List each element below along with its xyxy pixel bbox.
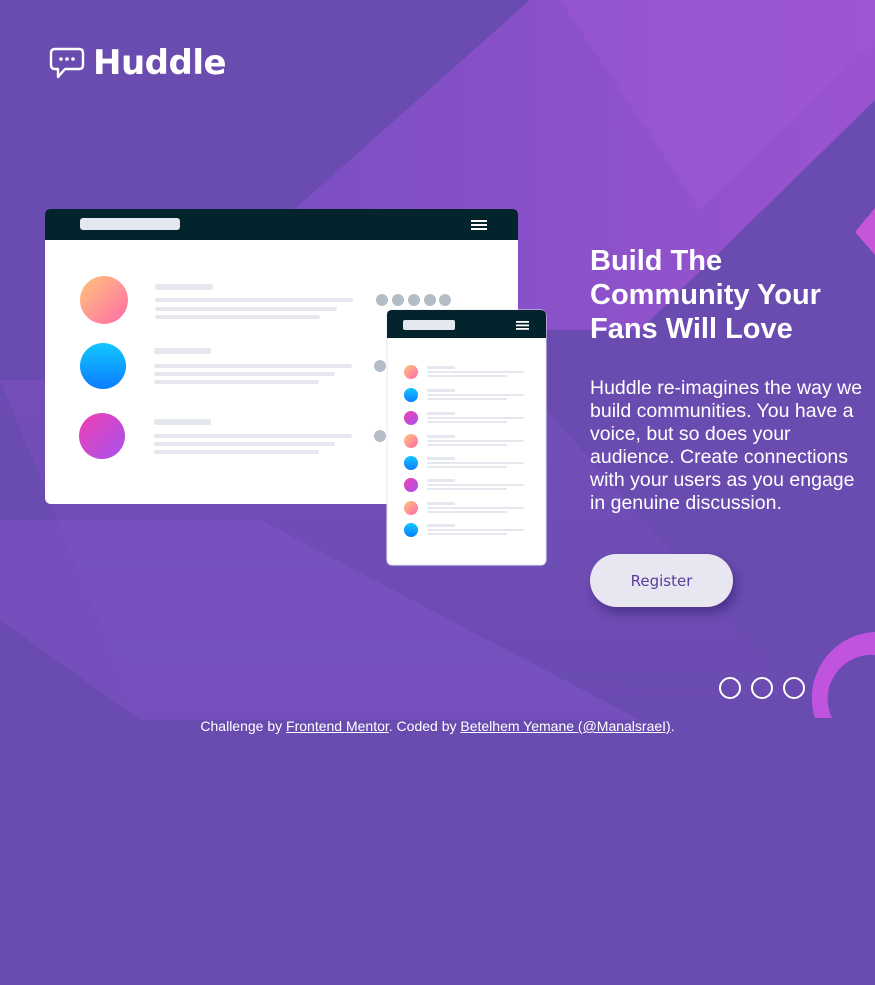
social-icon-facebook[interactable] — [719, 677, 741, 699]
social-icon-twitter[interactable] — [751, 677, 773, 699]
brand-logo: Huddle — [49, 43, 227, 83]
hero-description: Huddle re-imagines the way we build comm… — [590, 377, 863, 514]
attribution-middle: . Coded by — [388, 718, 461, 734]
app-mockup-illustration — [45, 209, 547, 566]
hero-title: Build The Community Your Fans Will Love — [590, 245, 821, 345]
brand-name: Huddle — [93, 43, 227, 83]
author-link[interactable]: Betelhem Yemane (@ManalsraeI) — [460, 718, 670, 734]
social-icon-instagram[interactable] — [783, 677, 805, 699]
attribution: Challenge by Frontend Mentor. Coded by B… — [0, 718, 875, 734]
register-button[interactable]: Register — [590, 554, 733, 607]
attribution-prefix: Challenge by — [200, 718, 287, 734]
social-links — [719, 677, 805, 699]
frontend-mentor-link[interactable]: Frontend Mentor — [286, 718, 389, 734]
chat-bubble-icon — [49, 47, 85, 78]
attribution-suffix: . — [670, 718, 675, 734]
